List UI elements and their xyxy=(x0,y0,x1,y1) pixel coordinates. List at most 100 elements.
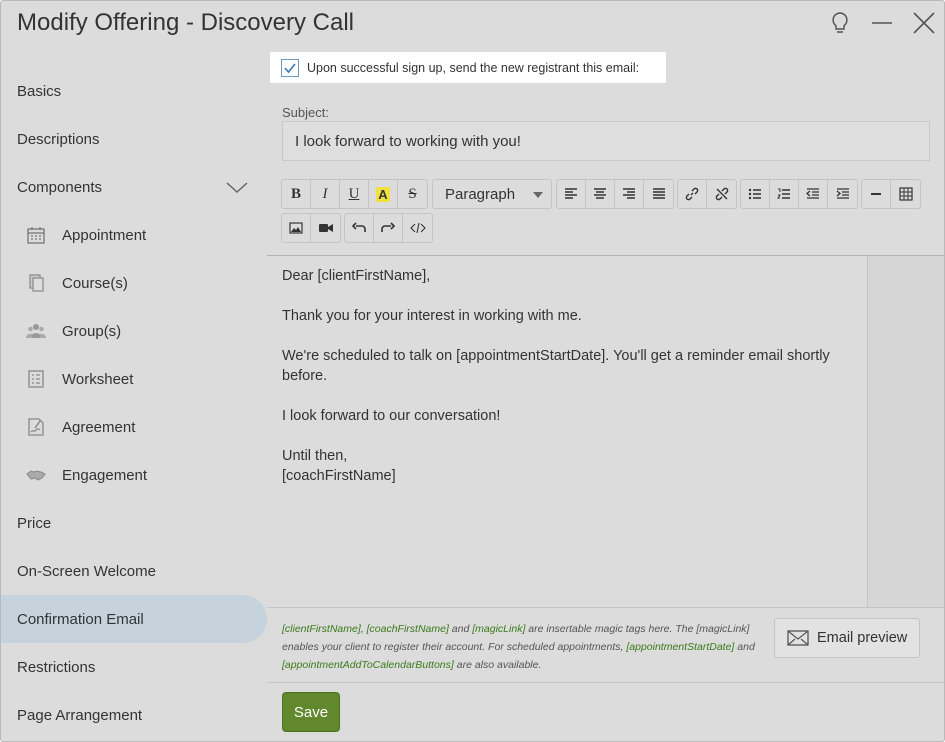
sidebar-item-courses[interactable]: Course(s) xyxy=(1,259,267,307)
source-code-button[interactable] xyxy=(403,214,432,242)
text-style-group: B I U A S xyxy=(281,179,428,209)
sidebar-item-label: Basics xyxy=(17,82,62,100)
numbered-list-icon xyxy=(777,188,790,199)
email-body-editor[interactable]: Dear [clientFirstName], Thank you for yo… xyxy=(267,255,944,607)
sidebar-item-basics[interactable]: Basics xyxy=(1,67,267,115)
sidebar-item-agreement[interactable]: Agreement xyxy=(1,403,267,451)
code-icon xyxy=(409,222,426,234)
align-right-icon xyxy=(623,188,635,199)
email-body-line: Thank you for your interest in working w… xyxy=(282,308,582,324)
horizontal-rule-button[interactable] xyxy=(862,180,891,208)
close-icon[interactable] xyxy=(910,9,938,37)
bullet-list-icon xyxy=(748,188,761,200)
video-camera-icon xyxy=(318,224,333,232)
unlink-icon xyxy=(715,187,728,201)
editor-scroll-track[interactable] xyxy=(867,256,944,607)
align-left-icon xyxy=(565,188,577,199)
align-center-icon xyxy=(594,188,606,199)
document-sign-icon xyxy=(25,416,47,438)
calendar-icon xyxy=(25,224,47,246)
insert-group xyxy=(861,179,921,209)
indent-button[interactable] xyxy=(828,180,857,208)
horizontal-rule-icon xyxy=(871,193,881,195)
sidebar-item-price[interactable]: Price xyxy=(1,499,267,547)
sidebar-nav: Basics Descriptions Components Appointme… xyxy=(1,67,267,739)
sidebar-item-label: Engagement xyxy=(62,466,148,484)
sidebar-item-descriptions[interactable]: Descriptions xyxy=(1,115,267,163)
email-body-line: We're scheduled to talk on [appointmentS… xyxy=(282,348,830,384)
save-button[interactable]: Save xyxy=(282,692,340,732)
insert-link-button[interactable] xyxy=(678,180,707,208)
sidebar-item-label: Page Arrangement xyxy=(17,706,143,724)
outdent-icon xyxy=(805,188,819,199)
link-icon xyxy=(685,187,699,201)
sidebar-item-label: Restrictions xyxy=(17,658,96,676)
sidebar-item-components[interactable]: Components xyxy=(1,163,267,211)
undo-button[interactable] xyxy=(345,214,374,242)
sidebar-item-label: On-Screen Welcome xyxy=(17,562,156,580)
link-group xyxy=(677,179,737,209)
underline-button[interactable]: U xyxy=(340,180,369,208)
align-justify-icon xyxy=(652,188,665,199)
italic-button[interactable]: I xyxy=(311,180,340,208)
insert-image-button[interactable] xyxy=(282,214,311,242)
outdent-button[interactable] xyxy=(799,180,828,208)
sidebar-item-label: Course(s) xyxy=(62,274,128,292)
modify-offering-window: Modify Offering - Discovery Call Basics … xyxy=(0,0,945,742)
sidebar-item-label: Price xyxy=(17,514,52,532)
send-email-checkbox[interactable] xyxy=(281,58,299,77)
email-body-line: I look forward to our conversation! xyxy=(282,408,501,424)
sidebar-item-on-screen-welcome[interactable]: On-Screen Welcome xyxy=(1,547,267,595)
list-group xyxy=(740,179,858,209)
paragraph-format-select[interactable]: Paragraph xyxy=(432,179,552,209)
highlight-button[interactable]: A xyxy=(369,180,398,208)
redo-button[interactable] xyxy=(374,214,403,242)
sidebar-item-page-arrangement[interactable]: Page Arrangement xyxy=(1,691,267,739)
handshake-icon xyxy=(25,464,47,486)
sidebar-item-label: Confirmation Email xyxy=(17,610,144,628)
sidebar-item-label: Components xyxy=(17,178,103,196)
bold-button[interactable]: B xyxy=(282,180,311,208)
sidebar-item-label: Worksheet xyxy=(62,370,134,388)
envelope-icon xyxy=(787,630,809,646)
email-preview-button[interactable]: Email preview xyxy=(774,618,920,658)
align-center-button[interactable] xyxy=(586,180,615,208)
editor-toolbar: B I U A S Paragraph xyxy=(267,171,944,255)
numbered-list-button[interactable] xyxy=(770,180,799,208)
align-right-button[interactable] xyxy=(615,180,644,208)
sidebar-item-appointment[interactable]: Appointment xyxy=(1,211,267,259)
sidebar-item-label: Agreement xyxy=(62,418,136,436)
footer-area: [clientFirstName], [coachFirstName] and … xyxy=(267,607,944,683)
minimize-icon[interactable] xyxy=(868,9,896,37)
email-body-line: Dear [clientFirstName], xyxy=(282,268,431,284)
email-body-content[interactable]: Dear [clientFirstName], Thank you for yo… xyxy=(267,256,867,607)
sidebar-item-engagement[interactable]: Engagement xyxy=(1,451,267,499)
sidebar-item-confirmation-email[interactable]: Confirmation Email xyxy=(1,595,267,643)
caret-down-icon xyxy=(533,192,543,198)
send-email-label: Upon successful sign up, send the new re… xyxy=(307,60,640,75)
insert-table-button[interactable] xyxy=(891,180,920,208)
checkmark-icon xyxy=(284,62,296,73)
media-group xyxy=(281,213,341,243)
group-icon xyxy=(25,320,47,342)
align-left-button[interactable] xyxy=(557,180,586,208)
copy-icon xyxy=(25,272,47,294)
sidebar-item-groups[interactable]: Group(s) xyxy=(1,307,267,355)
chevron-down-icon[interactable] xyxy=(225,177,249,197)
lightbulb-icon[interactable] xyxy=(826,9,854,37)
sidebar-item-worksheet[interactable]: Worksheet xyxy=(1,355,267,403)
magic-tags-note: [clientFirstName], [coachFirstName] and … xyxy=(282,623,755,671)
insert-video-button[interactable] xyxy=(311,214,340,242)
align-group xyxy=(556,179,674,209)
sidebar-item-restrictions[interactable]: Restrictions xyxy=(1,643,267,691)
title-bar: Modify Offering - Discovery Call xyxy=(1,1,944,47)
sidebar-item-label: Appointment xyxy=(62,226,147,244)
sidebar-item-label: Descriptions xyxy=(17,130,100,148)
remove-link-button[interactable] xyxy=(707,180,736,208)
subject-input[interactable] xyxy=(282,121,930,161)
confirmation-email-panel: Upon successful sign up, send the new re… xyxy=(267,47,944,741)
align-justify-button[interactable] xyxy=(644,180,673,208)
strikethrough-button[interactable]: S xyxy=(398,180,427,208)
paragraph-format-value: Paragraph xyxy=(445,185,516,203)
bullet-list-button[interactable] xyxy=(741,180,770,208)
